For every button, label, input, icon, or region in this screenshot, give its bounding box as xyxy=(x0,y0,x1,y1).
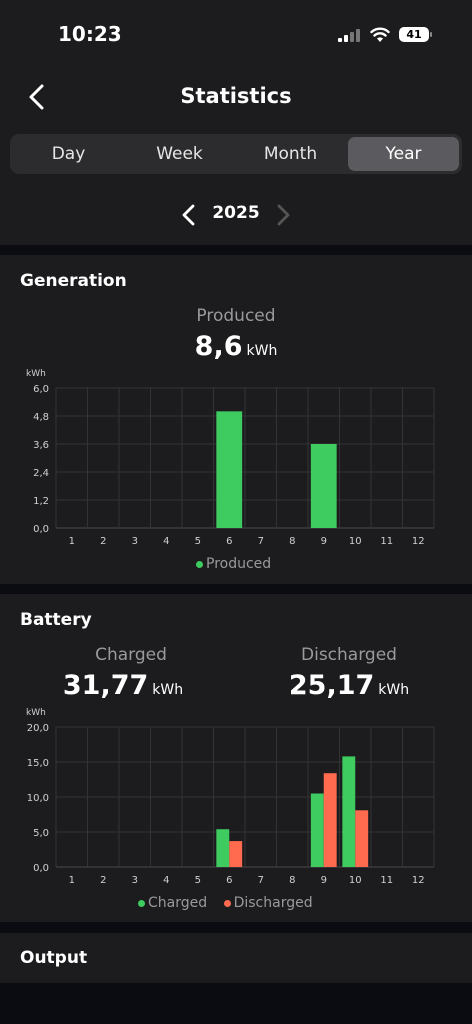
discharged-unit: kWh xyxy=(378,682,410,698)
charged-legend-label: Charged xyxy=(148,895,208,911)
x-tick-label: 2 xyxy=(100,875,106,886)
x-tick-label: 9 xyxy=(321,875,327,886)
x-tick-label: 11 xyxy=(380,536,393,547)
x-tick-label: 6 xyxy=(226,875,232,886)
y-tick-label: 15,0 xyxy=(27,758,49,769)
battery-card: Battery Charged 31,77 kWh Discharged 25,1… xyxy=(0,594,472,922)
discharged-legend-label: Discharged xyxy=(233,895,313,911)
cellular-signal-icon xyxy=(338,28,364,42)
x-tick-label: 11 xyxy=(380,875,393,886)
y-tick-label: 6,0 xyxy=(33,384,49,395)
discharged-label: Discharged xyxy=(301,645,397,665)
y-axis-unit-label: kWh xyxy=(26,369,46,379)
bar-charged-10 xyxy=(342,756,356,867)
produced-unit: kWh xyxy=(246,343,278,359)
status-time: 10:23 xyxy=(58,22,122,46)
x-tick-label: 5 xyxy=(195,536,201,547)
wifi-icon xyxy=(370,27,390,42)
period-navigator: 2025 xyxy=(0,200,472,230)
previous-period-icon[interactable] xyxy=(180,204,198,226)
bar-charged-9 xyxy=(310,793,324,867)
page-title: Statistics xyxy=(180,84,292,108)
produced-legend-label: Produced xyxy=(206,556,272,572)
x-tick-label: 4 xyxy=(163,536,169,547)
bar-discharged-6 xyxy=(229,841,243,867)
bar-produced-9 xyxy=(310,444,337,528)
discharged-value: 25,17 kWh xyxy=(264,670,434,701)
y-tick-label: 5,0 xyxy=(33,828,49,839)
x-tick-label: 10 xyxy=(349,875,362,886)
generation-chart: kWh0,01,22,43,64,86,01 2 3 4 5 6 7 8 9 10 11 12 xyxy=(26,369,435,547)
x-tick-label: 7 xyxy=(258,875,264,886)
charged-value: 31,77 kWh xyxy=(38,670,208,701)
y-tick-label: 0,0 xyxy=(33,524,49,535)
y-tick-label: 10,0 xyxy=(27,793,49,804)
produced-value: 8,6 kWh xyxy=(136,331,336,362)
x-tick-label: 12 xyxy=(412,536,425,547)
period-segmented-control: Day Week Month Year xyxy=(10,134,462,174)
tab-year[interactable]: Year xyxy=(348,137,459,171)
charged-unit: kWh xyxy=(152,682,184,698)
x-tick-label: 5 xyxy=(195,875,201,886)
y-tick-label: 3,6 xyxy=(33,440,49,451)
discharged-number: 25,17 xyxy=(288,670,375,701)
battery-tip xyxy=(430,32,432,37)
charged-number: 31,77 xyxy=(62,670,149,701)
discharged-legend-dot xyxy=(223,899,231,907)
x-tick-label: 2 xyxy=(100,536,106,547)
y-tick-label: 20,0 xyxy=(27,723,49,734)
bar-charged-6 xyxy=(216,829,230,867)
generation-card: Generation Produced 8,6 kWh kWh 0,0 1,2 2,4 3… xyxy=(0,255,472,584)
x-tick-label: 9 xyxy=(321,536,327,547)
tab-day[interactable]: Day xyxy=(13,137,124,171)
battery-legend: Charged Discharged xyxy=(138,895,313,911)
battery-icon: 41 xyxy=(399,27,429,42)
x-tick-label: 8 xyxy=(289,536,295,547)
x-tick-label: 6 xyxy=(226,536,232,547)
tab-month[interactable]: Month xyxy=(235,137,346,171)
x-tick-label: 8 xyxy=(289,875,295,886)
generation-legend: Produced xyxy=(196,556,271,572)
status-bar: 10:23 41 xyxy=(0,0,472,70)
produced-label: Produced xyxy=(196,306,276,326)
battery-chart: kWh0,05,010,015,020,01 2 3 4 5 6 7 8 9 10 11 12 xyxy=(26,708,435,886)
output-card[interactable]: Output xyxy=(0,933,472,983)
x-tick-label: 1 xyxy=(69,536,75,547)
y-tick-label: 1,2 xyxy=(33,496,49,507)
next-period-icon[interactable] xyxy=(274,204,292,226)
charged-legend-dot xyxy=(138,899,145,907)
battery-title: Battery xyxy=(20,610,92,630)
x-tick-label: 7 xyxy=(258,536,264,547)
bar-discharged-9 xyxy=(323,773,337,867)
output-title: Output xyxy=(20,948,88,968)
period-label: 2025 xyxy=(212,203,260,223)
y-tick-label: 0,0 xyxy=(33,863,49,874)
generation-title: Generation xyxy=(20,271,127,291)
x-tick-label: 4 xyxy=(163,875,169,886)
produced-number: 8,6 xyxy=(194,331,243,362)
y-axis-unit-label: kWh xyxy=(26,708,46,718)
x-tick-label: 3 xyxy=(132,875,138,886)
y-tick-label: 4,8 xyxy=(33,412,49,423)
produced-legend-dot xyxy=(196,560,203,568)
bar-produced-6 xyxy=(216,411,243,528)
y-tick-label: 2,4 xyxy=(33,468,49,479)
x-tick-label: 10 xyxy=(349,536,362,547)
charged-label: Charged xyxy=(95,645,167,665)
bar-discharged-10 xyxy=(355,810,369,867)
tab-week[interactable]: Week xyxy=(124,137,235,171)
x-tick-label: 12 xyxy=(412,875,425,886)
x-tick-label: 3 xyxy=(132,536,138,547)
x-tick-label: 1 xyxy=(69,875,75,886)
